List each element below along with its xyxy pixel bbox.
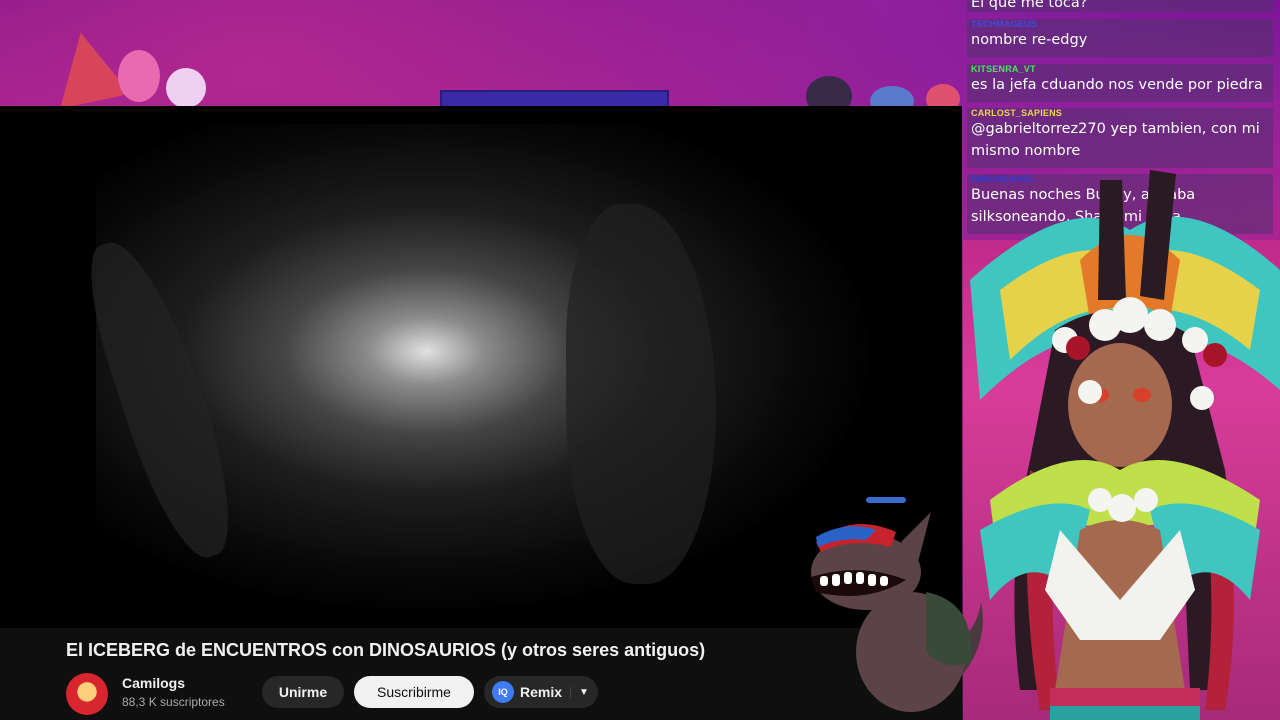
chat-message: TECHMAGEUS nombre re-edgy bbox=[967, 19, 1273, 57]
channel-avatar[interactable] bbox=[66, 673, 108, 715]
chat-message-text: @gabrieltorrez270 yep tambien, con mi mi… bbox=[971, 121, 1260, 159]
join-button[interactable]: Unirme bbox=[262, 676, 344, 708]
video-title: El ICEBERG de ENCUENTROS con DINOSAURIOS… bbox=[66, 640, 706, 660]
rock-shape bbox=[566, 204, 716, 584]
character-decoration bbox=[166, 68, 206, 108]
chat-username: KITSENRA_VT bbox=[971, 64, 1036, 74]
remix-button[interactable]: IQ Remix ▼ bbox=[484, 676, 598, 708]
chat-message-text: es la jefa cduando nos vende por piedra bbox=[971, 77, 1263, 93]
remix-label: Remix bbox=[520, 684, 563, 700]
mascot-backpack bbox=[926, 592, 972, 666]
chat-message: KITSENRA_VT es la jefa cduando nos vende… bbox=[967, 64, 1273, 102]
avatar-eye bbox=[1133, 388, 1151, 402]
tree-trunk-shape bbox=[72, 229, 252, 569]
chat-message: CARLOST_SAPIENS @gabrieltorrez270 yep ta… bbox=[967, 108, 1273, 168]
subscribe-button[interactable]: Suscribirme bbox=[354, 676, 474, 708]
chat-message-text: nombre re-edgy bbox=[971, 32, 1088, 48]
dinosaur-mascot bbox=[811, 497, 983, 712]
remix-icon: IQ bbox=[492, 681, 514, 703]
character-decoration bbox=[118, 50, 160, 102]
chat-username: TECHMAGEUS bbox=[971, 19, 1038, 29]
pyramid-decoration bbox=[45, 25, 131, 109]
avatar-belt bbox=[1050, 688, 1200, 706]
chat-message-text: El que me toca? bbox=[971, 0, 1088, 11]
subscriber-count: 88,3 K suscriptores bbox=[122, 695, 225, 709]
propeller-icon bbox=[866, 497, 906, 503]
avatar-belt bbox=[1050, 706, 1200, 720]
channel-name[interactable]: Camilogs bbox=[122, 675, 185, 691]
chat-username: CARLOST_SAPIENS bbox=[971, 108, 1063, 118]
avatar-face bbox=[1068, 343, 1172, 467]
video-frame bbox=[72, 124, 882, 618]
vtuber-avatar bbox=[970, 170, 1280, 720]
chat-message: El que me toca? bbox=[967, 0, 1273, 12]
chevron-down-icon[interactable]: ▼ bbox=[570, 686, 589, 698]
